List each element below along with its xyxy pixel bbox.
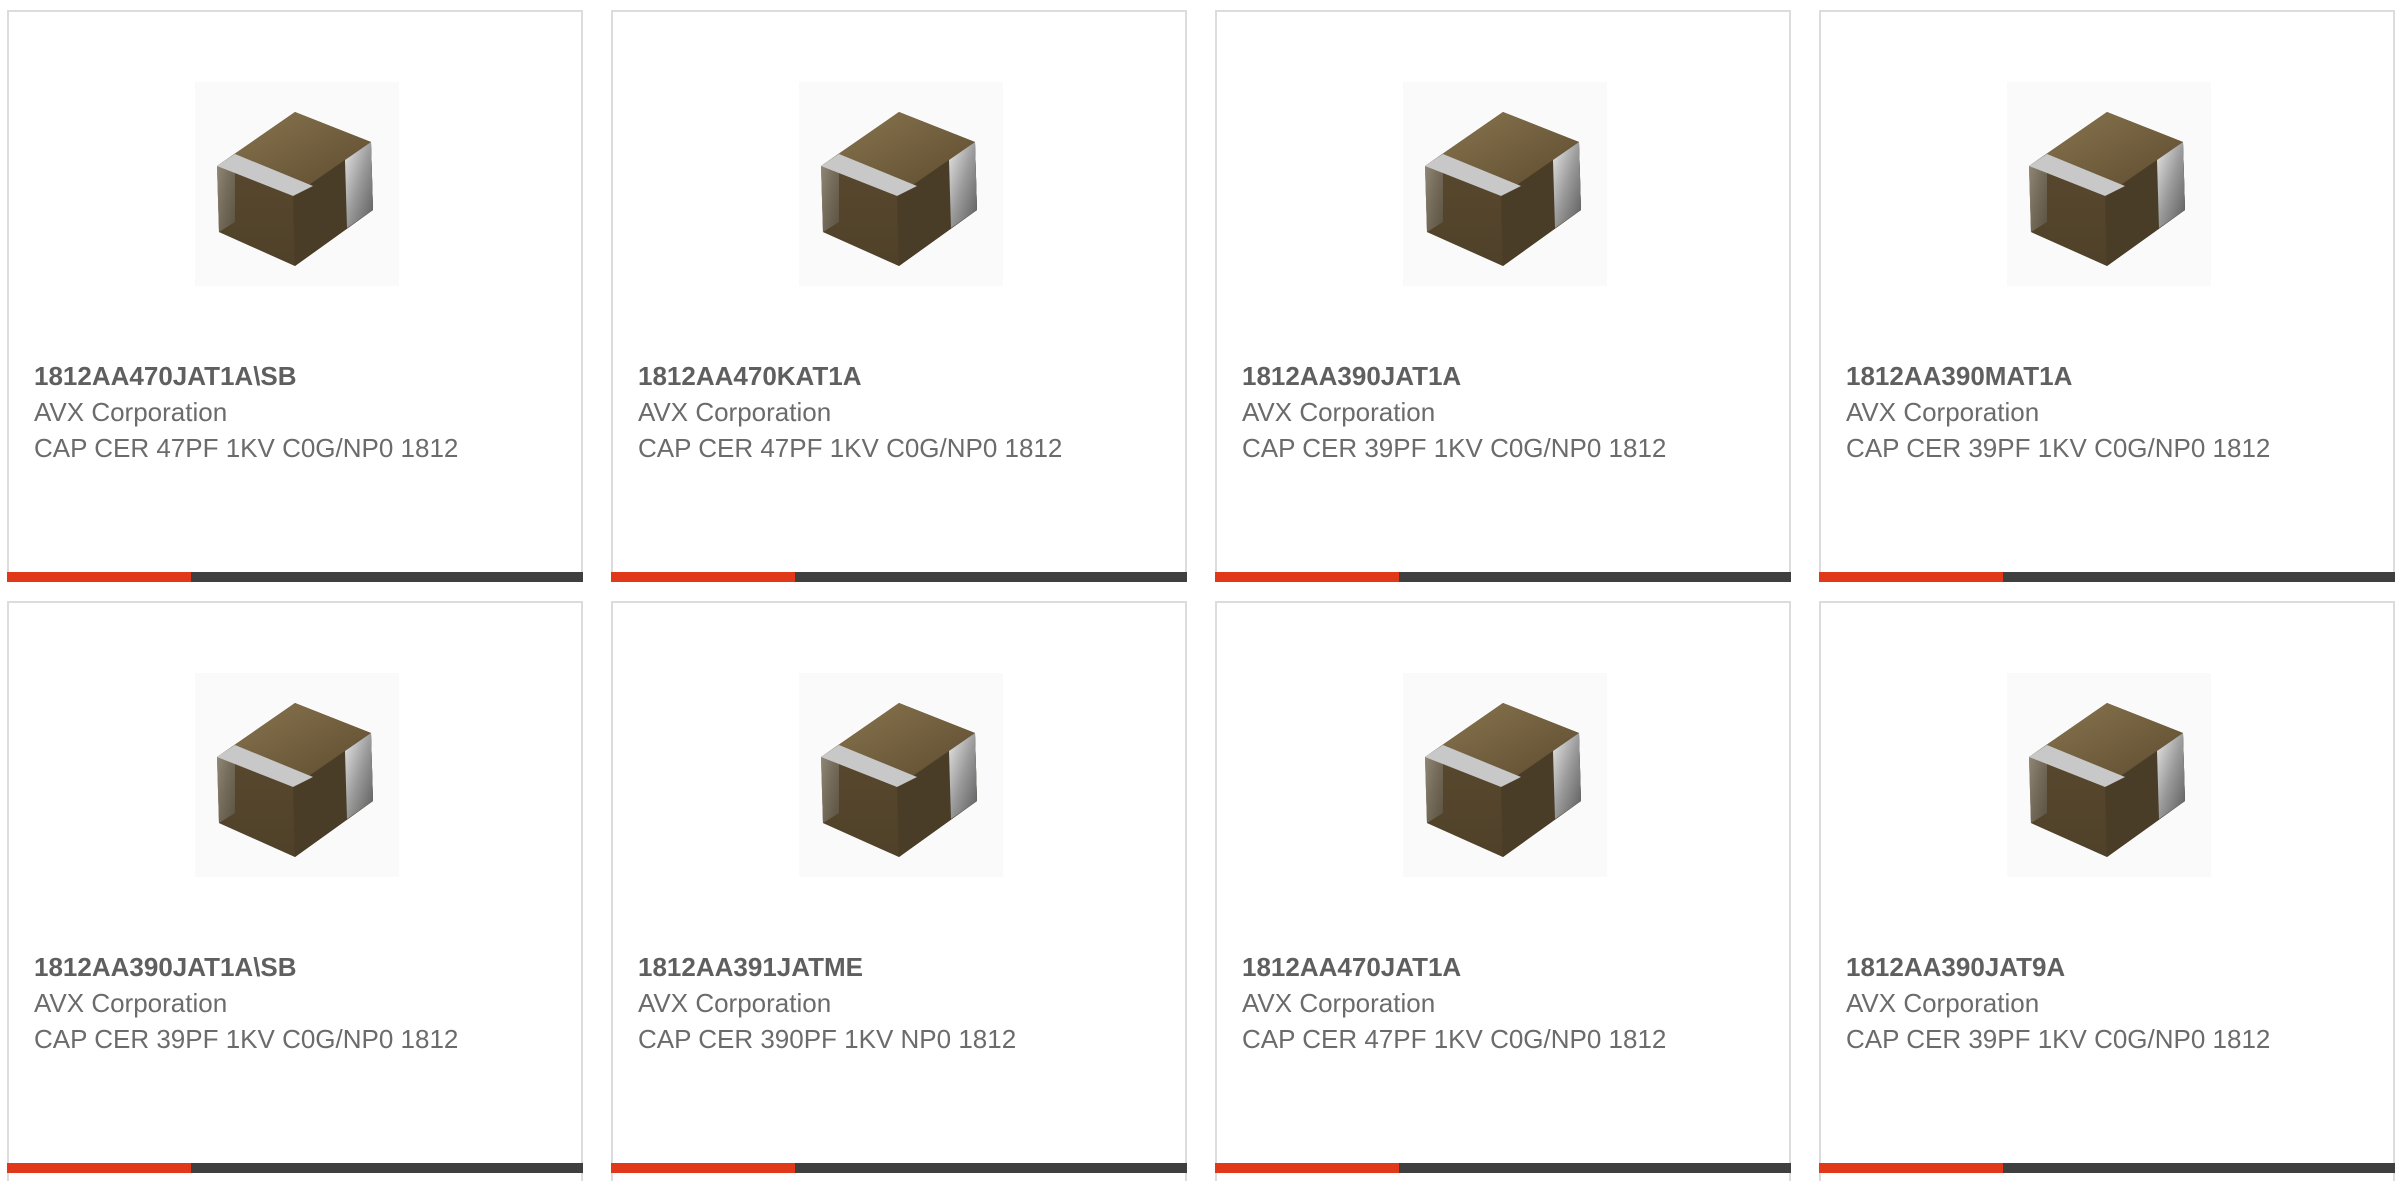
manufacturer-label: AVX Corporation [638, 988, 832, 1018]
description-label: CAP CER 39PF 1KV C0G/NP0 1812 [1242, 433, 1667, 463]
card-accent-bar [611, 1163, 795, 1173]
card-accent-bar [1819, 1163, 2003, 1173]
product-card[interactable]: 1812AA391JATME AVX Corporation CAP CER 3… [611, 601, 1187, 1181]
product-card[interactable]: 1812AA470KAT1A AVX Corporation CAP CER 4… [611, 10, 1187, 582]
manufacturer-label: AVX Corporation [34, 397, 228, 427]
product-info: 1812AA390MAT1A AVX Corporation CAP CER 3… [1846, 358, 2366, 466]
part-number-link[interactable]: 1812AA390JAT9A [1846, 949, 2366, 985]
product-info: 1812AA470JAT1A\SB AVX Corporation CAP CE… [34, 358, 554, 466]
manufacturer-label: AVX Corporation [1846, 397, 2040, 427]
product-info: 1812AA391JATME AVX Corporation CAP CER 3… [638, 949, 1158, 1057]
product-info: 1812AA390JAT1A AVX Corporation CAP CER 3… [1242, 358, 1762, 466]
product-info: 1812AA470KAT1A AVX Corporation CAP CER 4… [638, 358, 1158, 466]
ceramic-capacitor-chip-icon [217, 112, 373, 266]
card-footer-bar [611, 1163, 1187, 1173]
description-label: CAP CER 47PF 1KV C0G/NP0 1812 [1242, 1024, 1667, 1054]
manufacturer-label: AVX Corporation [1242, 988, 1436, 1018]
product-image[interactable] [195, 82, 399, 286]
product-image[interactable] [799, 673, 1003, 877]
ceramic-capacitor-chip-icon [1425, 703, 1581, 857]
card-accent-bar [1215, 1163, 1399, 1173]
card-footer-bar [7, 572, 583, 582]
card-footer-bar [1215, 572, 1791, 582]
part-number-link[interactable]: 1812AA470JAT1A [1242, 949, 1762, 985]
product-info: 1812AA470JAT1A AVX Corporation CAP CER 4… [1242, 949, 1762, 1057]
card-accent-bar [7, 572, 191, 582]
product-image[interactable] [2007, 82, 2211, 286]
part-number-link[interactable]: 1812AA390MAT1A [1846, 358, 2366, 394]
ceramic-capacitor-chip-icon [2029, 703, 2185, 857]
description-label: CAP CER 39PF 1KV C0G/NP0 1812 [1846, 433, 2271, 463]
description-label: CAP CER 47PF 1KV C0G/NP0 1812 [638, 433, 1063, 463]
card-footer-bar [611, 572, 1187, 582]
card-footer-bar [1819, 1163, 2395, 1173]
product-grid: 1812AA470JAT1A\SB AVX Corporation CAP CE… [0, 0, 2400, 1181]
manufacturer-label: AVX Corporation [1846, 988, 2040, 1018]
manufacturer-label: AVX Corporation [1242, 397, 1436, 427]
description-label: CAP CER 390PF 1KV NP0 1812 [638, 1024, 1017, 1054]
part-number-link[interactable]: 1812AA470JAT1A\SB [34, 358, 554, 394]
part-number-link[interactable]: 1812AA390JAT1A [1242, 358, 1762, 394]
card-footer-bar [7, 1163, 583, 1173]
ceramic-capacitor-chip-icon [821, 112, 977, 266]
product-image[interactable] [195, 673, 399, 877]
card-footer-bar [1819, 572, 2395, 582]
product-info: 1812AA390JAT9A AVX Corporation CAP CER 3… [1846, 949, 2366, 1057]
ceramic-capacitor-chip-icon [217, 703, 373, 857]
product-card[interactable]: 1812AA470JAT1A\SB AVX Corporation CAP CE… [7, 10, 583, 582]
description-label: CAP CER 39PF 1KV C0G/NP0 1812 [1846, 1024, 2271, 1054]
part-number-link[interactable]: 1812AA470KAT1A [638, 358, 1158, 394]
ceramic-capacitor-chip-icon [1425, 112, 1581, 266]
card-footer-bar [1215, 1163, 1791, 1173]
product-card[interactable]: 1812AA390MAT1A AVX Corporation CAP CER 3… [1819, 10, 2395, 582]
product-image[interactable] [799, 82, 1003, 286]
card-accent-bar [611, 572, 795, 582]
product-image[interactable] [1403, 82, 1607, 286]
part-number-link[interactable]: 1812AA390JAT1A\SB [34, 949, 554, 985]
ceramic-capacitor-chip-icon [821, 703, 977, 857]
product-card[interactable]: 1812AA390JAT1A\SB AVX Corporation CAP CE… [7, 601, 583, 1181]
product-info: 1812AA390JAT1A\SB AVX Corporation CAP CE… [34, 949, 554, 1057]
card-accent-bar [1819, 572, 2003, 582]
card-accent-bar [7, 1163, 191, 1173]
product-card[interactable]: 1812AA390JAT9A AVX Corporation CAP CER 3… [1819, 601, 2395, 1181]
product-image[interactable] [2007, 673, 2211, 877]
ceramic-capacitor-chip-icon [2029, 112, 2185, 266]
description-label: CAP CER 39PF 1KV C0G/NP0 1812 [34, 1024, 459, 1054]
part-number-link[interactable]: 1812AA391JATME [638, 949, 1158, 985]
description-label: CAP CER 47PF 1KV C0G/NP0 1812 [34, 433, 459, 463]
manufacturer-label: AVX Corporation [34, 988, 228, 1018]
card-accent-bar [1215, 572, 1399, 582]
product-card[interactable]: 1812AA470JAT1A AVX Corporation CAP CER 4… [1215, 601, 1791, 1181]
product-card[interactable]: 1812AA390JAT1A AVX Corporation CAP CER 3… [1215, 10, 1791, 582]
product-image[interactable] [1403, 673, 1607, 877]
manufacturer-label: AVX Corporation [638, 397, 832, 427]
